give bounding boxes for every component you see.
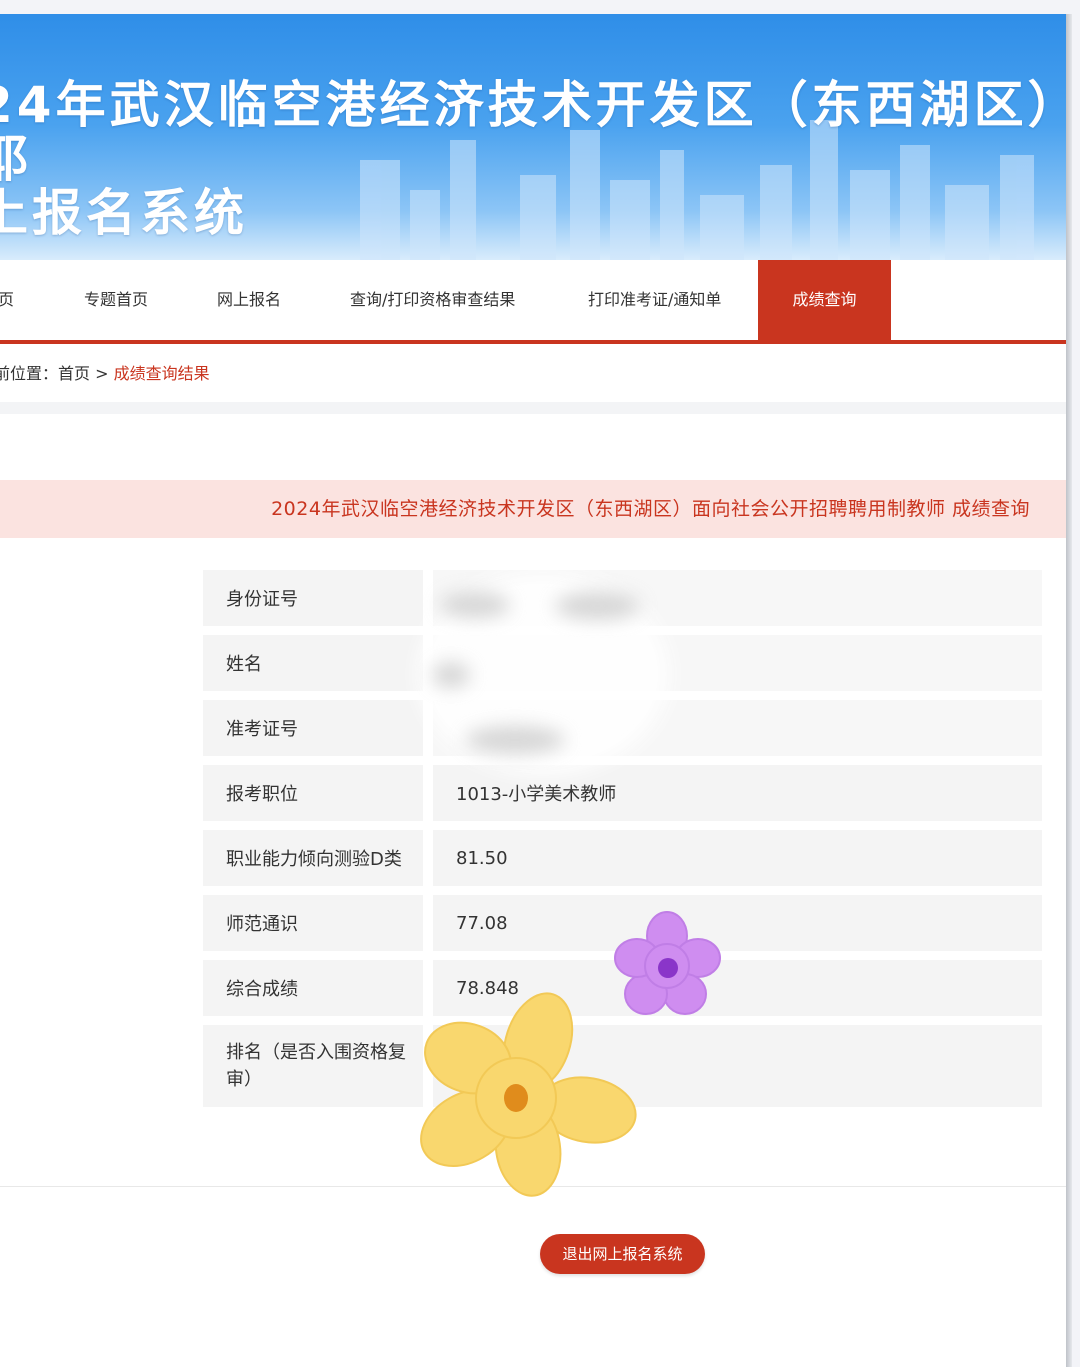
nav-item-online-registration[interactable]: 网上报名 bbox=[217, 260, 281, 340]
main-nav: 页 专题首页 网上报名 查询/打印资格审查结果 打印准考证/通知单 成绩查询 bbox=[0, 260, 1068, 344]
result-label: 报考职位 bbox=[203, 765, 423, 821]
result-value: 81.50 bbox=[433, 830, 1042, 886]
result-row-position: 报考职位 1013-小学美术教师 bbox=[203, 765, 1042, 821]
nav-item-home[interactable]: 页 bbox=[0, 260, 14, 340]
breadcrumb-separator: > bbox=[95, 364, 109, 383]
nav-item-qualification-result[interactable]: 查询/打印资格审查结果 bbox=[350, 260, 515, 340]
nav-item-topic-home[interactable]: 专题首页 bbox=[84, 260, 148, 340]
result-label: 身份证号 bbox=[203, 570, 423, 626]
breadcrumb-prefix: 前位置： bbox=[0, 364, 59, 383]
result-value: 1013-小学美术教师 bbox=[433, 765, 1042, 821]
breadcrumb: 前位置：首页 > 成绩查询结果 bbox=[0, 360, 210, 384]
system-title: 24年武汉临空港经济技术开发区（东西湖区）耶 上报名系统 bbox=[0, 76, 1068, 242]
yellow-flower-sticker bbox=[420, 992, 637, 1197]
result-label: 排名（是否入围资格复审） bbox=[203, 1025, 423, 1107]
nav-item-score-query[interactable]: 成绩查询 bbox=[758, 260, 891, 340]
result-value: 77.08 bbox=[433, 895, 1042, 951]
breadcrumb-current: 成绩查询结果 bbox=[113, 364, 210, 383]
query-title-bar: 2024年武汉临空港经济技术开发区（东西湖区）面向社会公开招聘聘用制教师 成绩查… bbox=[0, 480, 1068, 538]
result-label: 综合成绩 bbox=[203, 960, 423, 1016]
page: 24年武汉临空港经济技术开发区（东西湖区）耶 上报名系统 页 专题首页 网上报名… bbox=[0, 14, 1068, 1367]
header-banner: 24年武汉临空港经济技术开发区（东西湖区）耶 上报名系统 bbox=[0, 14, 1068, 260]
section-divider-band bbox=[0, 402, 1068, 414]
breadcrumb-home-link[interactable]: 首页 bbox=[58, 364, 90, 383]
result-label: 姓名 bbox=[203, 635, 423, 691]
logout-button[interactable]: 退出网上报名系统 bbox=[540, 1234, 705, 1274]
result-label: 职业能力倾向测验D类 bbox=[203, 830, 423, 886]
result-label: 准考证号 bbox=[203, 700, 423, 756]
page-edge-shadow bbox=[1066, 14, 1072, 1367]
nav-item-print-admission-ticket[interactable]: 打印准考证/通知单 bbox=[588, 260, 721, 340]
query-title: 2024年武汉临空港经济技术开发区（东西湖区）面向社会公开招聘聘用制教师 成绩查… bbox=[271, 498, 1030, 520]
result-label: 师范通识 bbox=[203, 895, 423, 951]
result-row-aptitude-test: 职业能力倾向测验D类 81.50 bbox=[203, 830, 1042, 886]
